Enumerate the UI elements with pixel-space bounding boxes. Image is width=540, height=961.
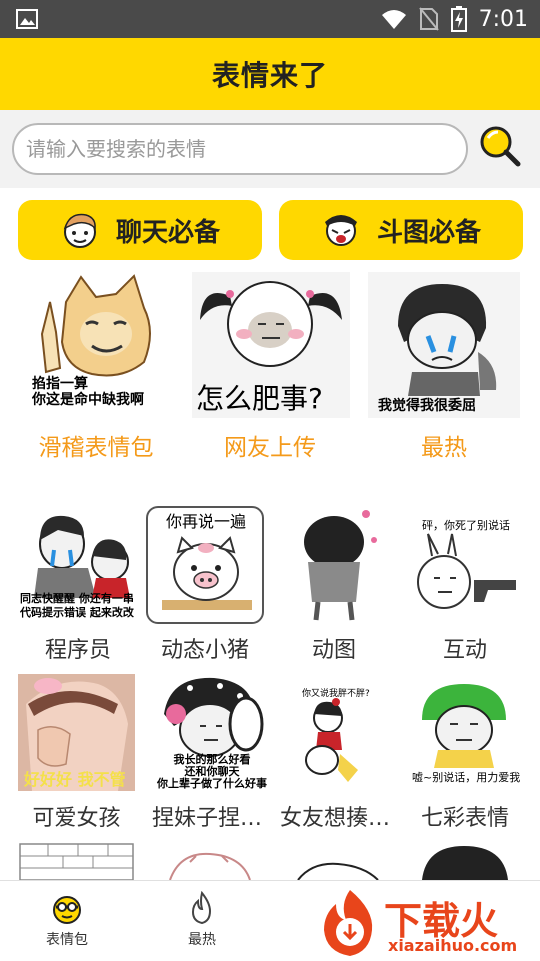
item-label: 程序员 [44,638,111,663]
nav-label: 表情包 [46,932,88,948]
search-input[interactable] [12,123,468,175]
meme-caption: 砰，你死了别说话 [422,519,510,532]
meme-caption: 好好好 我不管 [24,770,126,789]
uploads-thumbnail: 怎么肥事? [192,272,350,418]
item-label: 互动 [442,638,487,663]
meme-caption: 我长的那么好看 还和你聊天 你上辈子做了什么好事 [157,753,267,790]
meme-caption: 嘘~别说话，用力爱我 [412,771,521,784]
flame-icon [191,891,212,925]
meme-caption: 同志快醒醒 你还有一串 代码提示错误 起来改改 [20,592,134,619]
pinch-girl-thumbnail: 我长的那么好看 还和你聊天 你上辈子做了什么好事 [150,674,268,791]
featured-label: 最热 [421,435,467,461]
list-item-thumbnail[interactable] [18,842,135,880]
hot-thumbnail: 我觉得我很委屈 [368,272,520,418]
search-icon[interactable] [478,124,522,168]
item-label: 七彩表情 [420,806,509,831]
page-title: 表情来了 [211,59,328,92]
angry-face-icon [324,215,357,246]
item-label: 动图 [311,638,356,663]
category-label: 聊天必备 [115,217,220,248]
category-label: 斗图必备 [376,217,481,248]
emoji-face-icon [53,896,81,924]
girl-face-icon [63,213,96,248]
meme-caption: 我觉得我很委屈 [378,398,476,414]
status-time: 7:01 [478,6,528,32]
meme-caption: 你再说一遍 [166,512,247,531]
image-notification-icon [16,9,38,29]
interaction-thumbnail: 砰，你死了别说话 [408,506,522,624]
watermark-url: xiazaihuo.com [388,936,518,955]
item-label: 捏妹子捏… [151,806,262,831]
chat-essentials-button[interactable]: 聊天必备 [18,200,262,260]
search-bar [0,110,540,188]
featured-label: 网友上传 [224,435,316,461]
nav-label: 最热 [188,932,216,948]
nav-tab-emoji-packs[interactable]: 表情包 [22,881,112,961]
meme-caption: 怎么肥事? [196,382,323,415]
list-item-thumbnail[interactable] [408,842,522,880]
category-buttons: 聊天必备 斗图必备 [0,188,540,270]
meme-caption: 掐指一算 你这是命中缺我啊 [32,376,144,408]
item-label: 动态小猪 [160,638,249,663]
colorful-thumbnail: 嘘~别说话，用力爱我 [408,674,522,791]
meme-caption: 你又说我胖不胖? [302,689,370,699]
list-item-thumbnail[interactable] [282,842,390,880]
watermark-logo: 下载火 xiazaihuo.com [318,884,540,960]
meme-battle-button[interactable]: 斗图必备 [279,200,523,260]
featured-label: 滑稽表情包 [38,435,154,461]
animated-thumbnail [278,506,390,624]
battery-charging-icon [450,6,467,32]
list-item-thumbnail[interactable] [150,842,268,880]
wifi-icon [381,10,406,29]
programmer-thumbnail: 同志快醒醒 你还有一串 代码提示错误 起来改改 [18,506,138,624]
girlfriend-thumbnail: 你又说我胖不胖? [282,674,390,791]
nav-tab-hot[interactable]: 最热 [157,881,247,961]
cute-girl-thumbnail: 好好好 我不管 [18,674,135,791]
app-header: 表情来了 [0,38,540,110]
item-label: 女友想揍… [279,806,390,831]
animated-pig-thumbnail: 你再说一遍 [146,506,264,624]
item-label: 可爱女孩 [32,806,121,831]
funny-doge-thumbnail: 掐指一算 你这是命中缺我啊 [26,272,172,418]
status-bar: 7:01 [0,0,540,38]
flame-logo-icon [324,890,373,956]
no-sim-icon [418,7,439,31]
